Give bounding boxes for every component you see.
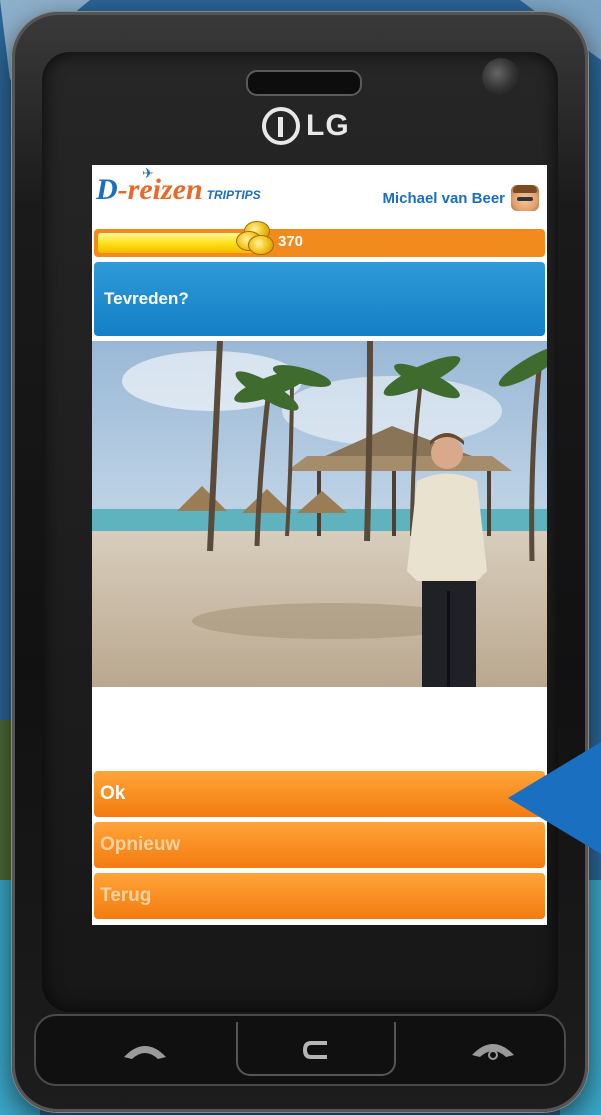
- logo-letter: D: [96, 173, 118, 206]
- beach-photo: [92, 341, 547, 687]
- user-profile[interactable]: Michael van Beer: [382, 185, 539, 211]
- pointer-arrow-icon: [508, 742, 601, 854]
- phone-screen: ✈ D-reizen TRIPTIPS Michael van Beer 370…: [92, 165, 547, 925]
- end-call-icon: [472, 1044, 514, 1060]
- device-brand: LG: [262, 104, 372, 148]
- app-logo: D-reizen TRIPTIPS: [96, 173, 261, 207]
- back-button[interactable]: Terug: [94, 873, 545, 919]
- brand-name: LG: [306, 109, 350, 142]
- call-key[interactable]: [100, 1020, 190, 1080]
- logo-main-text: -reizen: [117, 173, 203, 206]
- front-camera: [482, 58, 520, 96]
- speaker-grille: [246, 70, 362, 96]
- retry-button[interactable]: Opnieuw: [94, 822, 545, 868]
- screen-title: Tevreden?: [104, 289, 189, 308]
- end-call-key[interactable]: [448, 1020, 538, 1080]
- call-icon: [124, 1046, 166, 1059]
- ok-button[interactable]: Ok: [94, 771, 545, 817]
- app-header: ✈ D-reizen TRIPTIPS Michael van Beer: [92, 165, 547, 227]
- points-value: 370: [278, 233, 304, 250]
- back-button-label: Terug: [100, 885, 152, 906]
- avatar: [511, 185, 539, 211]
- retry-button-label: Opnieuw: [100, 834, 181, 855]
- lg-logo-icon: [262, 107, 300, 145]
- logo-subtitle: TRIPTIPS: [206, 188, 261, 202]
- screen-title-bar: Tevreden?: [94, 262, 545, 336]
- home-key[interactable]: [236, 1020, 396, 1080]
- coins-icon: [234, 219, 274, 259]
- ok-button-label: Ok: [100, 783, 126, 804]
- points-progress-bar: 370: [94, 221, 545, 257]
- user-name: Michael van Beer: [382, 189, 505, 207]
